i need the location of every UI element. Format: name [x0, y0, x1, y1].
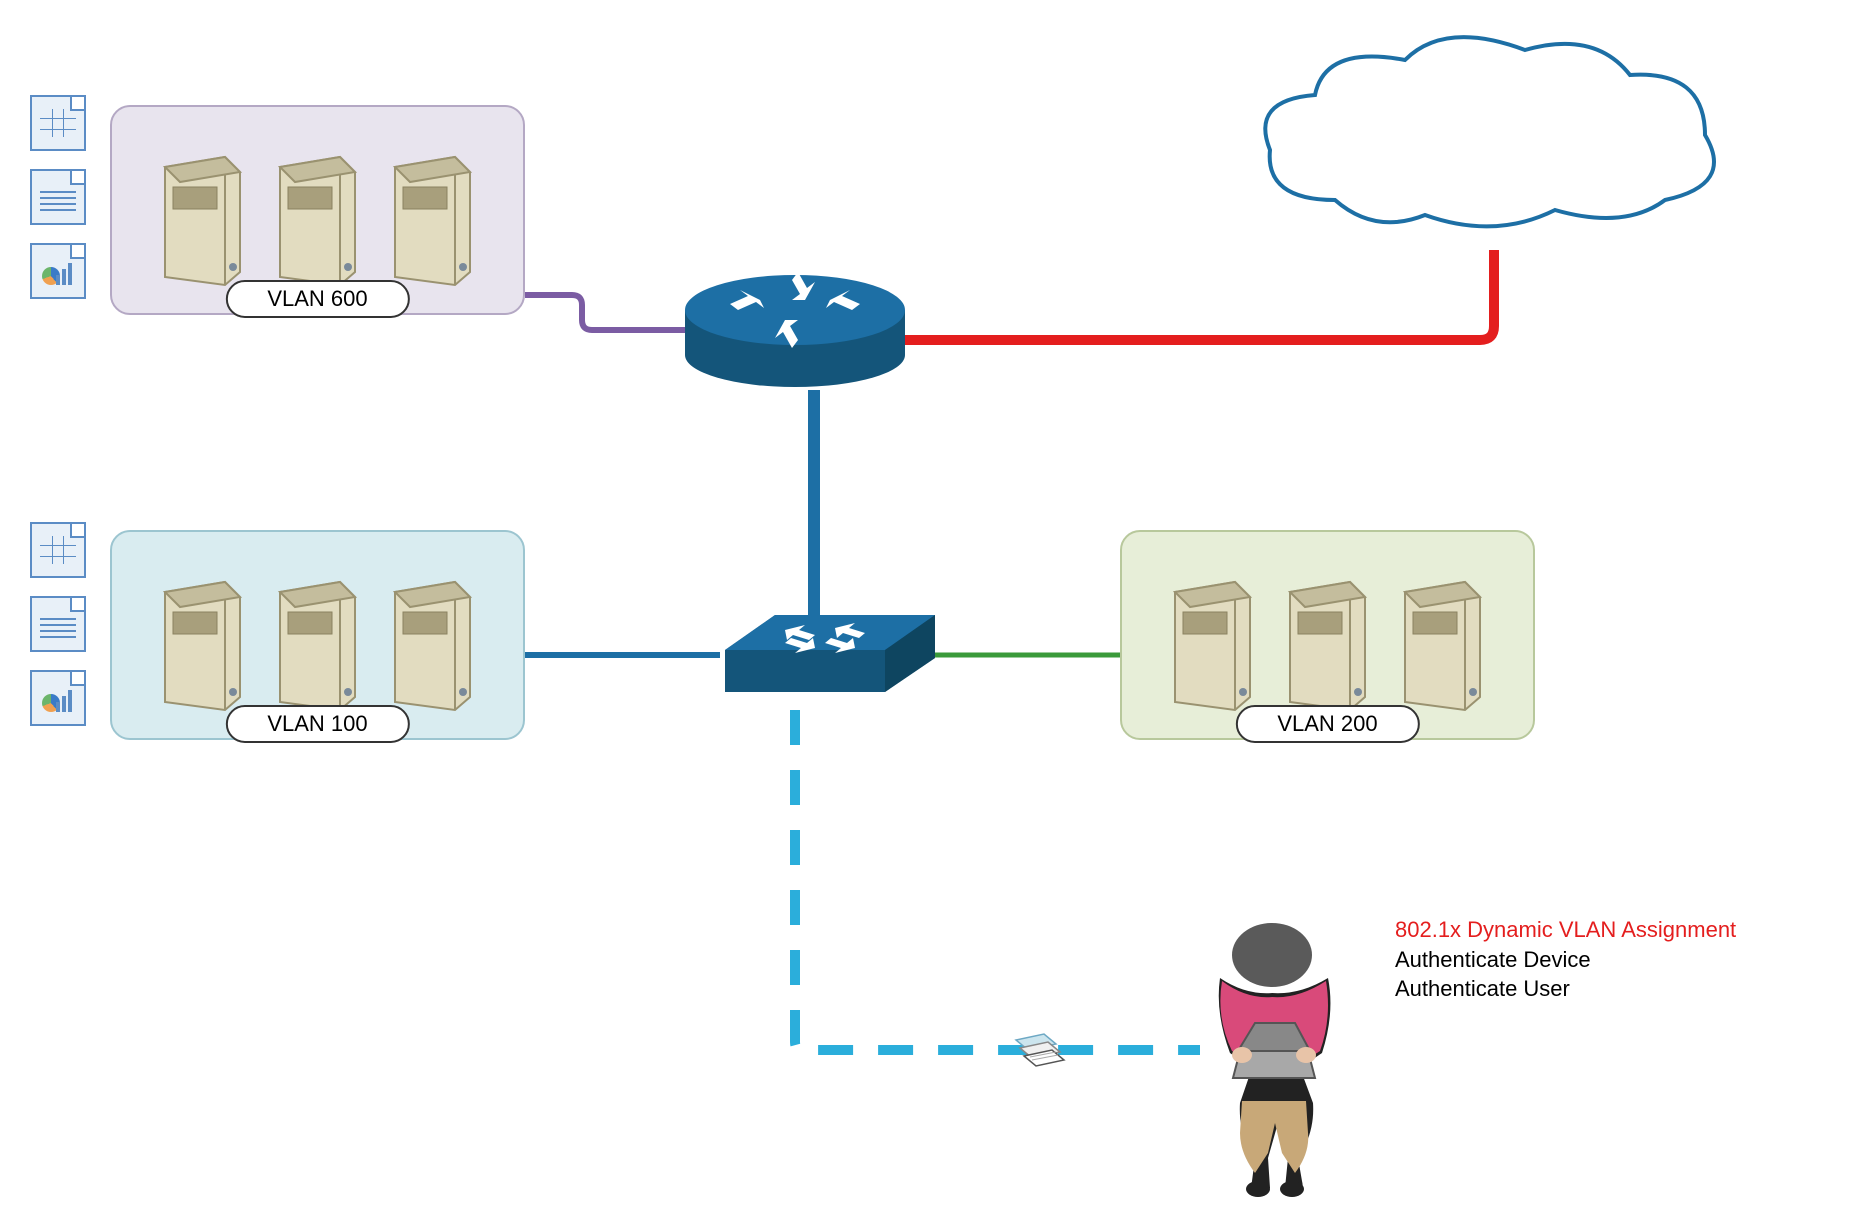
- doc-chart-icon: [30, 670, 86, 726]
- switch-icon: [715, 600, 945, 700]
- router-icon: [680, 260, 910, 390]
- link-vlan600-router: [525, 295, 700, 330]
- server-icon: [155, 137, 250, 292]
- doc-spreadsheet-icon: [30, 522, 86, 578]
- doc-icons-top: [30, 95, 86, 299]
- vlan-600-group: VLAN 600: [110, 105, 525, 315]
- server-icon: [155, 562, 250, 717]
- annotation-line-1: Authenticate Device: [1395, 945, 1736, 975]
- server-icon: [270, 137, 365, 292]
- server-icon: [385, 137, 480, 292]
- vlan-100-group: VLAN 100: [110, 530, 525, 740]
- link-router-cloud: [895, 250, 1494, 340]
- documents-icon: [1008, 1020, 1068, 1080]
- vlan-200-group: VLAN 200: [1120, 530, 1535, 740]
- vlan-100-label: VLAN 100: [225, 705, 409, 743]
- server-icon: [270, 562, 365, 717]
- doc-text-icon: [30, 169, 86, 225]
- server-icon: [1395, 562, 1490, 717]
- annotation-title: 802.1x Dynamic VLAN Assignment: [1395, 915, 1736, 945]
- cloud-icon: [1245, 25, 1735, 260]
- doc-spreadsheet-icon: [30, 95, 86, 151]
- vlan-600-label: VLAN 600: [225, 280, 409, 318]
- network-diagram: VLAN 600 VLAN 100 VLAN 200: [0, 0, 1876, 1216]
- doc-text-icon: [30, 596, 86, 652]
- link-switch-user: [795, 710, 1200, 1050]
- annotation-line-2: Authenticate User: [1395, 974, 1736, 1004]
- annotation-text: 802.1x Dynamic VLAN Assignment Authentic…: [1395, 915, 1736, 1004]
- server-icon: [385, 562, 480, 717]
- server-icon: [1165, 562, 1260, 717]
- vlan-200-label: VLAN 200: [1235, 705, 1419, 743]
- doc-chart-icon: [30, 243, 86, 299]
- server-icon: [1280, 562, 1375, 717]
- person-with-laptop-icon: [1180, 923, 1365, 1203]
- doc-icons-mid: [30, 522, 86, 726]
